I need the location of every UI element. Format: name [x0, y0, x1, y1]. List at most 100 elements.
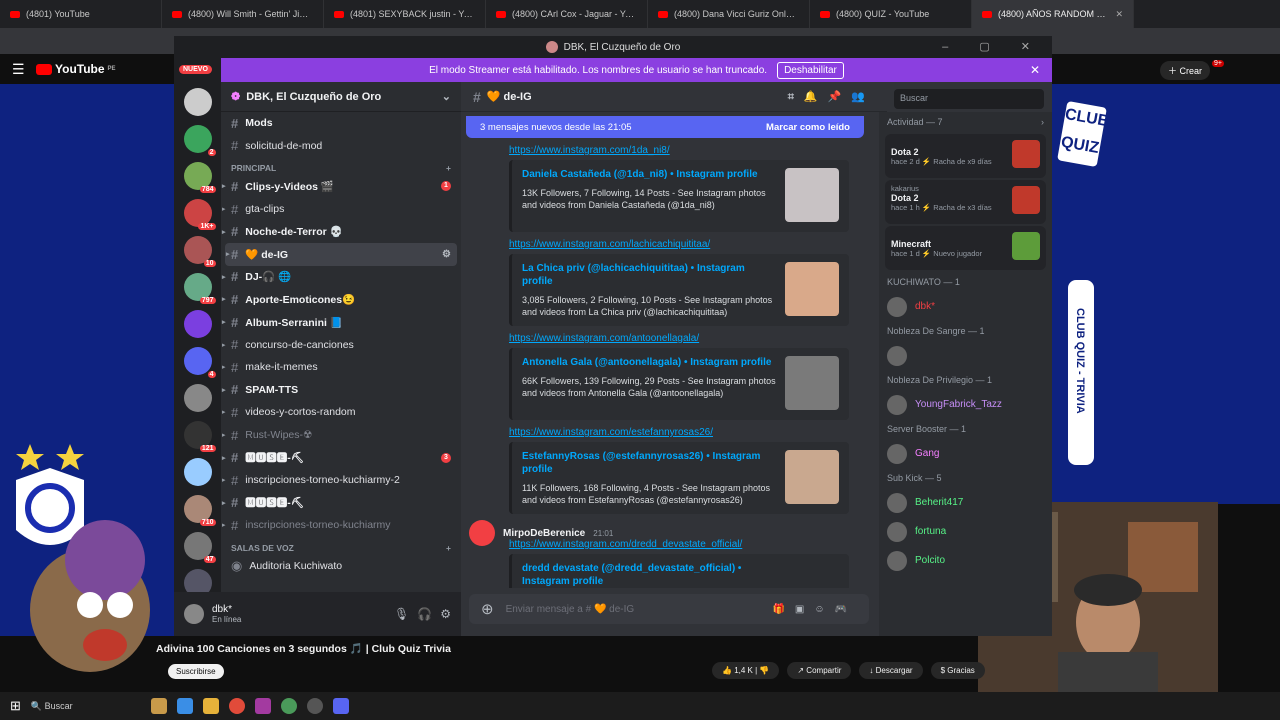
channel-item[interactable]: ▸ # DJ-🎧 🌐 [221, 266, 461, 289]
embed-title[interactable]: Antonella Gala (@antoonellagala) • Insta… [522, 356, 772, 369]
disable-streamer-button[interactable]: Deshabilitar [777, 61, 844, 79]
channel-item[interactable]: ▸ # inscripciones-torneo-kuchiarmy [221, 514, 461, 537]
channel-item[interactable]: ▸ # Album-Serranini 📘 [221, 311, 461, 334]
channel-item[interactable]: ▸ # 🅼🆄🆂🅴-⛏ 3 [221, 446, 461, 469]
embed-thumbnail[interactable] [785, 262, 839, 316]
server-icon[interactable]: 797 [183, 273, 216, 304]
activity-card[interactable]: Minecraft hace 1 d ⚡ Nuevo jugador [885, 226, 1046, 270]
channel-item[interactable]: ▸ # make-it-memes [221, 356, 461, 379]
server-icon[interactable] [183, 88, 212, 116]
channel-item[interactable]: ▸ # Aporte-Emoticones😉 [221, 288, 461, 311]
member-item[interactable]: Beherit417 [879, 488, 1052, 517]
browser-tab[interactable]: (4800) QUIZ - YouTube [810, 0, 972, 28]
activity-card[interactable]: Dota 2 hace 2 d ⚡ Racha de x9 días [885, 134, 1046, 178]
embed-thumbnail[interactable] [785, 450, 839, 504]
search-input[interactable]: Buscar [894, 89, 1044, 109]
close-banner-icon[interactable]: ✕ [1030, 63, 1040, 77]
share-button[interactable]: ↗ Compartir [787, 662, 852, 679]
download-button[interactable]: ↓ Descargar [859, 662, 923, 679]
member-item[interactable] [879, 341, 1052, 370]
taskbar-app-icon[interactable] [150, 698, 167, 714]
channel-item[interactable]: ▸ # Clips-y-Videos 🎬 1 [221, 175, 461, 198]
category-principal[interactable]: PRINCIPAL + [221, 157, 461, 175]
server-icon[interactable]: 121 [183, 421, 216, 452]
notification-badge[interactable]: 9+ [1212, 60, 1224, 67]
browser-tab[interactable]: (4800) Will Smith - Gettin' Jiggy W [162, 0, 324, 28]
add-attachment-icon[interactable]: ⊕ [481, 600, 494, 618]
channel-item[interactable]: # Mods [221, 112, 461, 135]
embed-title[interactable]: La Chica priv (@lachicachiquititaa) • In… [522, 262, 772, 288]
member-item[interactable]: Gang [879, 439, 1052, 468]
mic-icon[interactable]: 🎙 [394, 607, 409, 621]
browser-tab[interactable]: (4801) SEXYBACK justin - YouTube [324, 0, 486, 28]
server-icon[interactable]: 4 [183, 347, 216, 378]
message-input[interactable]: ⊕ Enviar mensaje a # 🧡 de-IG 🎁▣☺🎮 [469, 594, 869, 624]
windows-start-icon[interactable]: ⊞ [10, 698, 21, 714]
channel-item[interactable]: ▸ # videos-y-cortos-random [221, 401, 461, 424]
close-tab-icon[interactable]: ✕ [1115, 9, 1123, 20]
chrome-icon[interactable] [228, 698, 245, 714]
server-icon[interactable]: 1K+ [183, 199, 216, 230]
activity-card[interactable]: kakarius Dota 2 hace 1 h ⚡ Racha de x3 día… [885, 180, 1046, 224]
channel-item[interactable]: ▸ # concurso-de-canciones [221, 333, 461, 356]
message-link[interactable]: https://www.instagram.com/1da_ni8/ [461, 142, 887, 160]
server-icon[interactable]: 784 [183, 162, 216, 193]
browser-tab[interactable]: (4801) YouTube [0, 0, 162, 28]
channel-item[interactable]: ▸ # 🅼🆄🆂🅴-⛏ [221, 492, 461, 515]
thanks-button[interactable]: $ Gracias [930, 662, 985, 679]
channel-item[interactable]: ▸ # 🧡 de-IG ⚙ [225, 242, 457, 266]
member-item[interactable]: Polcito [879, 546, 1052, 575]
server-header[interactable]: ❁ DBK, El Cuzqueño de Oro ⌄ [221, 82, 461, 112]
headphones-icon[interactable]: 🎧 [417, 607, 432, 621]
embed-title[interactable]: dredd devastate (@dredd_devastate_offici… [522, 562, 772, 588]
header-action-icons[interactable]: ⌗🔔📌👥 [788, 90, 875, 104]
browser-tab[interactable]: (4800) CArl Cox - Jaguar - YouTube [486, 0, 648, 28]
subscribe-button[interactable]: Suscribirse [168, 664, 224, 679]
embed-thumbnail[interactable] [785, 356, 839, 410]
taskbar-app-icon-3[interactable] [280, 698, 297, 714]
channel-item[interactable]: ▸ # gta-clips [221, 198, 461, 221]
chevron-right-icon[interactable]: › [1041, 117, 1044, 127]
member-item[interactable]: dbk* [879, 292, 1052, 321]
channel-item[interactable]: ▸ # Rust-Wipes-☢ [221, 424, 461, 447]
embed-title[interactable]: Daniela Castañeda (@1da_ni8) • Instagram… [522, 168, 772, 181]
taskbar-search[interactable]: 🔍 Buscar [31, 701, 141, 712]
file-explorer-icon[interactable] [202, 698, 219, 714]
window-controls[interactable]: – ▢ ✕ [942, 40, 1044, 53]
create-button[interactable]: ＋ Crear [1160, 61, 1211, 80]
server-icon[interactable]: 47 [183, 532, 216, 563]
browser-tab[interactable]: (4800) Dana Vicci Guriz Only Private [648, 0, 810, 28]
channel-item[interactable]: # solicitud-de-mod [221, 135, 461, 158]
message-link[interactable]: https://www.instagram.com/lachicachiquit… [461, 236, 887, 254]
voice-channel[interactable]: ◉ Auditoria Kuchiwato [221, 555, 461, 578]
discord-taskbar-icon[interactable] [332, 698, 349, 714]
input-action-icons[interactable]: 🎁▣☺🎮 [772, 604, 857, 615]
add-voice-icon[interactable]: + [446, 543, 451, 553]
message-link[interactable]: https://www.instagram.com/dredd_devastat… [461, 536, 887, 554]
settings-gear-icon[interactable]: ⚙ [440, 607, 451, 621]
embed-thumbnail[interactable] [785, 168, 839, 222]
copilot-icon[interactable] [176, 698, 193, 714]
channel-item[interactable]: ▸ # Noche-de-Terror 💀 [221, 220, 461, 243]
server-icon[interactable]: 2 [183, 125, 216, 156]
avatar[interactable] [184, 604, 204, 624]
obs-icon[interactable] [306, 698, 323, 714]
category-voice[interactable]: SALAS DE VOZ + [221, 537, 461, 555]
new-messages-bar[interactable]: 3 mensajes nuevos desde las 21:05 Marcar… [466, 116, 864, 138]
server-icon[interactable] [183, 384, 212, 412]
like-button[interactable]: 👍 1,4 K | 👎 [712, 662, 780, 679]
server-icon[interactable]: 710 [183, 495, 216, 526]
member-item[interactable]: YoungFabrick_Tazz [879, 390, 1052, 419]
browser-tab[interactable]: (4800) AÑOS RANDOM 🔥 Adivi ✕ [972, 0, 1134, 28]
channel-item[interactable]: ▸ # inscripciones-torneo-kuchiarmy-2 [221, 469, 461, 492]
server-icon[interactable] [183, 310, 212, 338]
channel-item[interactable]: ▸ # SPAM-TTS [221, 379, 461, 402]
message-link[interactable]: https://www.instagram.com/antoonellagala… [461, 330, 887, 348]
embed-title[interactable]: EstefannyRosas (@estefannyrosas26) • Ins… [522, 450, 772, 476]
taskbar-app-icon-2[interactable] [254, 698, 271, 714]
discord-avatar-icon[interactable] [469, 520, 495, 546]
youtube-logo[interactable]: YouTube PE [36, 62, 116, 76]
menu-icon[interactable]: ☰ [12, 61, 25, 78]
mark-read-button[interactable]: Marcar como leído [766, 122, 850, 133]
server-icon[interactable]: 10 [183, 236, 216, 267]
